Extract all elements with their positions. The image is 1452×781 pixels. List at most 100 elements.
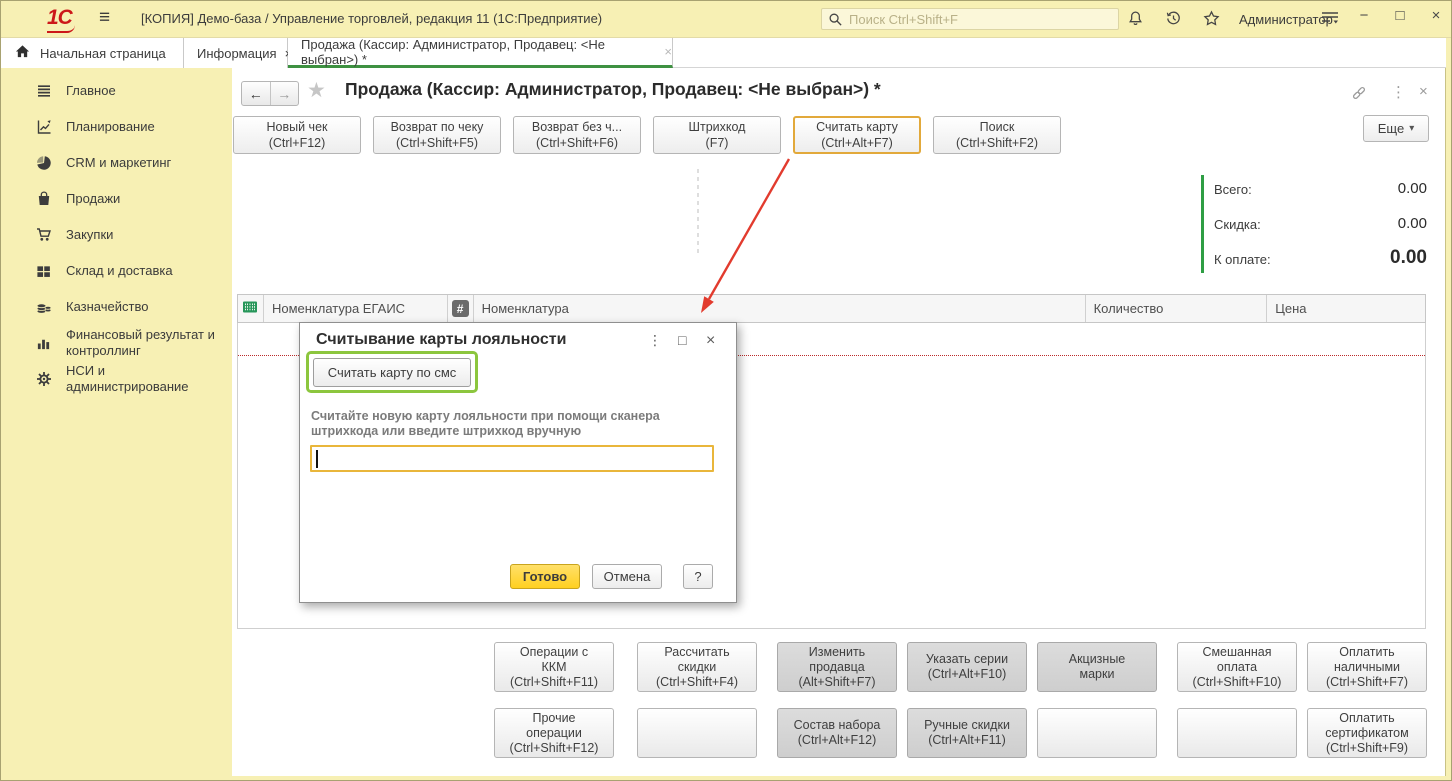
window-close-button[interactable]: ×	[1425, 7, 1447, 24]
search-icon	[828, 12, 843, 27]
1c-logo: 1С	[47, 6, 75, 33]
grid-boxes-icon	[34, 263, 53, 280]
egais-stamp-icon	[242, 299, 258, 318]
column-header-price[interactable]: Цена	[1267, 295, 1425, 322]
window-title: [КОПИЯ] Демо-база / Управление торговлей…	[141, 11, 602, 26]
global-search[interactable]	[821, 8, 1119, 30]
form-menu-dots-icon[interactable]: ⋮	[1391, 83, 1406, 101]
discount-label: Скидка:	[1214, 217, 1261, 232]
manual-discounts-button[interactable]: Ручные скидки (Ctrl+Alt+F11)	[907, 708, 1027, 758]
forward-button[interactable]: →	[271, 82, 299, 105]
history-icon[interactable]	[1165, 10, 1185, 28]
window-maximize-button[interactable]: □	[1389, 7, 1411, 24]
pay-certificate-button[interactable]: Оплатить сертификатом (Ctrl+Shift+F9)	[1307, 708, 1427, 758]
main-menu-icon[interactable]: ≡	[99, 7, 110, 29]
other-operations-button[interactable]: Прочие операции (Ctrl+Shift+F12)	[494, 708, 614, 758]
return-by-check-button[interactable]: Возврат по чеку (Ctrl+Shift+F5)	[373, 116, 501, 154]
totals-accent-bar	[1201, 175, 1204, 273]
planning-chart-icon	[34, 119, 53, 136]
help-button[interactable]: ?	[683, 564, 713, 589]
nav-history-group: ← →	[241, 81, 299, 106]
mixed-payment-button[interactable]: Смешанная оплата (Ctrl+Shift+F10)	[1177, 642, 1297, 692]
dialog-title: Считывание карты лояльности	[316, 331, 566, 349]
hash-column-cell[interactable]: #	[448, 295, 474, 322]
column-header-egais[interactable]: Номенклатура ЕГАИС	[264, 295, 448, 322]
loyalty-card-dialog: Считывание карты лояльности ⋮ □ × Считат…	[299, 322, 737, 603]
tab-prodazha[interactable]: Продажа (Кассир: Администратор, Продавец…	[288, 38, 673, 68]
barcode-input[interactable]	[310, 445, 714, 472]
favorites-star-icon[interactable]	[1203, 10, 1223, 28]
sidebar-item-sklad[interactable]: Склад и доставка	[1, 253, 232, 289]
menu-lines-icon	[34, 83, 53, 100]
shopping-cart-icon	[34, 227, 53, 244]
cancel-button[interactable]: Отмена	[592, 564, 662, 589]
return-without-check-button[interactable]: Возврат без ч... (Ctrl+Shift+F6)	[513, 116, 641, 154]
window-minimize-button[interactable]: −	[1353, 7, 1375, 24]
gear-icon	[34, 371, 53, 388]
back-button[interactable]: ←	[242, 82, 271, 105]
total-value: 0.00	[1398, 180, 1427, 197]
text-caret	[316, 450, 318, 468]
shopping-bag-icon	[34, 191, 53, 208]
sidebar-item-crm[interactable]: CRM и маркетинг	[1, 145, 232, 181]
tab-home[interactable]: Начальная страница	[1, 38, 184, 68]
home-icon	[15, 44, 30, 62]
to-pay-label: К оплате:	[1214, 252, 1271, 267]
sidebar: Главное Планирование CRM и маркетинг Про…	[1, 68, 232, 776]
tab-informatsiya[interactable]: Информация ×	[184, 38, 288, 68]
page-title: Продажа (Кассир: Администратор, Продавец…	[345, 79, 881, 100]
search-button[interactable]: Поиск (Ctrl+Shift+F2)	[933, 116, 1061, 154]
to-pay-value: 0.00	[1390, 247, 1427, 269]
favorite-star-icon[interactable]: ★	[307, 78, 326, 103]
read-card-button[interactable]: Считать карту (Ctrl+Alt+F7)	[793, 116, 921, 154]
sidebar-item-kaznacheystvo[interactable]: Казначейство	[1, 289, 232, 325]
dialog-menu-dots-icon[interactable]: ⋮	[648, 332, 662, 349]
empty-button-2[interactable]	[1037, 708, 1157, 758]
items-table-header: Номенклатура ЕГАИС # Номенклатура Количе…	[237, 294, 1426, 323]
dialog-hint-text: Считайте новую карту лояльности при помо…	[311, 409, 660, 439]
titlebar: 1С ≡ [КОПИЯ] Демо-база / Управление торг…	[1, 1, 1451, 38]
empty-button-3[interactable]	[1177, 708, 1297, 758]
bar-chart-icon	[34, 335, 53, 352]
new-check-button[interactable]: Новый чек (Ctrl+F12)	[233, 116, 361, 154]
tab-bar: Начальная страница Информация × Продажа …	[1, 38, 1446, 68]
set-contents-button[interactable]: Состав набора (Ctrl+Alt+F12)	[777, 708, 897, 758]
pie-chart-icon	[34, 155, 53, 172]
dropdown-arrow-icon: ▾	[1409, 123, 1414, 134]
egais-column-icon-cell[interactable]	[238, 295, 264, 322]
kkm-operations-button[interactable]: Операции с ККМ (Ctrl+Shift+F11)	[494, 642, 614, 692]
sidebar-item-planirovanie[interactable]: Планирование	[1, 109, 232, 145]
sidebar-item-zakupki[interactable]: Закупки	[1, 217, 232, 253]
pay-cash-button[interactable]: Оплатить наличными (Ctrl+Shift+F7)	[1307, 642, 1427, 692]
get-link-icon[interactable]	[1351, 85, 1367, 105]
sidebar-item-prodazhi[interactable]: Продажи	[1, 181, 232, 217]
column-header-quantity[interactable]: Количество	[1086, 295, 1268, 322]
dialog-close-icon[interactable]: ×	[706, 332, 715, 350]
barcode-button[interactable]: Штрихкод (F7)	[653, 116, 781, 154]
dialog-maximize-icon[interactable]: □	[678, 332, 686, 348]
tab-close-icon[interactable]: ×	[664, 44, 672, 59]
excise-stamps-button[interactable]: Акцизные марки	[1037, 642, 1157, 692]
calc-discounts-button[interactable]: Рассчитать скидки (Ctrl+Shift+F4)	[637, 642, 757, 692]
search-input[interactable]	[847, 11, 1118, 28]
more-button[interactable]: Еще ▾	[1363, 115, 1429, 142]
tab-label: Продажа (Кассир: Администратор, Продавец…	[301, 37, 656, 67]
notifications-bell-icon[interactable]	[1127, 10, 1147, 28]
total-label: Всего:	[1214, 182, 1252, 197]
set-series-button[interactable]: Указать серии (Ctrl+Alt+F10)	[907, 642, 1027, 692]
app-window: 1С ≡ [КОПИЯ] Демо-база / Управление торг…	[0, 0, 1452, 781]
coins-icon	[34, 299, 53, 316]
column-header-nomenclature[interactable]: Номенклатура	[474, 295, 1086, 322]
sidebar-item-glavnoe[interactable]: Главное	[1, 73, 232, 109]
service-menu-icon[interactable]	[1321, 10, 1341, 28]
sidebar-item-nsi[interactable]: НСИ и администрирование	[1, 361, 232, 397]
current-user[interactable]: Администратор	[1239, 12, 1333, 27]
done-button[interactable]: Готово	[510, 564, 580, 589]
sidebar-item-finrezultat[interactable]: Финансовый результат и контроллинг	[1, 325, 232, 361]
discount-value: 0.00	[1398, 215, 1427, 232]
hash-icon: #	[452, 300, 469, 317]
read-card-by-sms-button[interactable]: Считать карту по смс	[313, 358, 471, 387]
form-close-icon[interactable]: ×	[1419, 83, 1428, 100]
change-seller-button[interactable]: Изменить продавца (Alt+Shift+F7)	[777, 642, 897, 692]
empty-button-1[interactable]	[637, 708, 757, 758]
